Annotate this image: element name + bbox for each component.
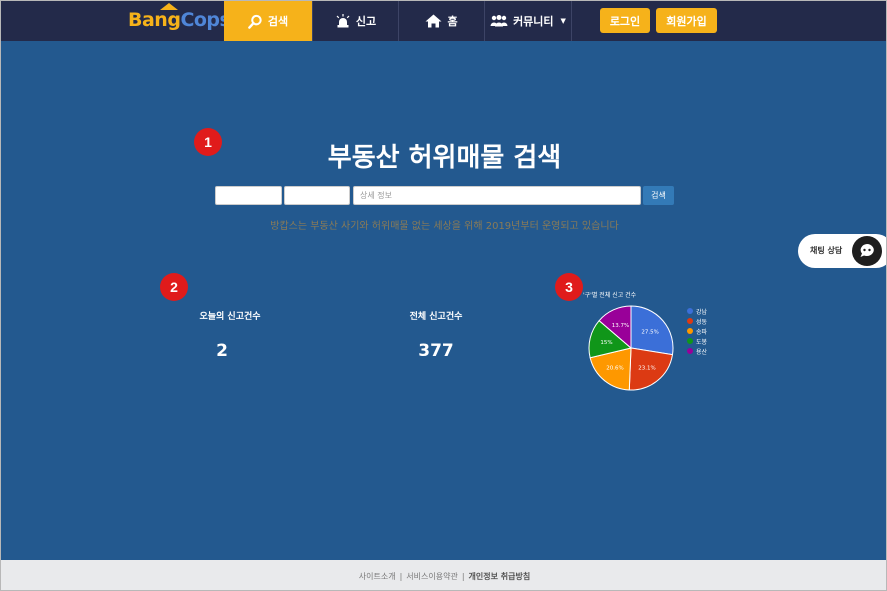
main-section: 1 부동산 허위매물 검색 상세 정보 검색 방캅스는 부동산 사기와 허위매물… bbox=[1, 41, 886, 560]
nav-home[interactable]: 홈 bbox=[399, 1, 484, 41]
footer: 사이트소개 | 서비스이용약관 | 개인정보 취급방침 bbox=[1, 560, 886, 590]
chat-consult-label: 채팅 상담 bbox=[810, 246, 843, 255]
legend-swatch bbox=[687, 328, 693, 334]
top-navbar: BangCops 검색 신고 홈 커뮤니티 ▼ 로그인 회원가입 bbox=[1, 1, 886, 41]
chart-title: '구'별 전체 신고 건수 bbox=[583, 292, 637, 299]
total-reports-label: 전체 신고건수 bbox=[409, 312, 463, 322]
footer-about-link[interactable]: 사이트소개 bbox=[359, 571, 396, 582]
chat-bubble-icon bbox=[852, 236, 882, 266]
pie-value-label: 15% bbox=[600, 340, 612, 346]
logo[interactable]: BangCops bbox=[128, 9, 231, 31]
page-title: 부동산 허위매물 검색 bbox=[327, 143, 562, 173]
region-input-1[interactable] bbox=[215, 186, 282, 205]
nav-community[interactable]: 커뮤니티 ▼ bbox=[485, 1, 571, 41]
footer-privacy-link[interactable]: 개인정보 취급방침 bbox=[469, 571, 531, 582]
pie-value-label: 20.6% bbox=[606, 365, 623, 371]
pie-value-label: 23.1% bbox=[638, 366, 655, 372]
today-reports-value: 2 bbox=[216, 341, 228, 361]
region-input-2[interactable] bbox=[284, 186, 350, 205]
pie-value-label: 27.5% bbox=[641, 330, 658, 336]
chat-consult-button[interactable]: 채팅 상담 bbox=[798, 234, 886, 268]
nav-community-label: 커뮤니티 bbox=[513, 15, 554, 28]
nav-report-label: 신고 bbox=[355, 15, 377, 28]
legend-label: 도봉 bbox=[696, 338, 708, 346]
legend-item: 송파 bbox=[687, 326, 707, 336]
siren-icon bbox=[336, 14, 350, 28]
step-badge-2: 2 bbox=[160, 273, 188, 301]
pie-value-label: 13.7% bbox=[612, 323, 629, 329]
footer-separator: | bbox=[461, 571, 465, 581]
legend-label: 용산 bbox=[696, 348, 708, 356]
chevron-down-icon: ▼ bbox=[560, 17, 566, 25]
legend-swatch bbox=[687, 308, 693, 314]
legend-swatch bbox=[687, 348, 693, 354]
signup-button[interactable]: 회원가입 bbox=[656, 8, 717, 33]
nav-home-label: 홈 bbox=[447, 15, 458, 28]
footer-terms-link[interactable]: 서비스이용약관 bbox=[406, 571, 458, 582]
nav-search[interactable]: 검색 bbox=[224, 1, 312, 41]
today-reports-label: 오늘의 신고건수 bbox=[199, 312, 261, 322]
footer-separator: | bbox=[399, 571, 403, 581]
legend-item: 용산 bbox=[687, 346, 707, 356]
nav-search-label: 검색 bbox=[267, 15, 289, 28]
users-icon bbox=[490, 15, 508, 27]
chart-legend: 강남성동송파도봉용산 bbox=[687, 306, 707, 356]
login-button[interactable]: 로그인 bbox=[600, 8, 650, 33]
step-badge-3: 3 bbox=[555, 273, 583, 301]
total-reports-value: 377 bbox=[418, 341, 454, 361]
legend-label: 송파 bbox=[696, 328, 708, 336]
legend-item: 성동 bbox=[687, 316, 707, 326]
nav-report[interactable]: 신고 bbox=[313, 1, 398, 41]
nav-divider bbox=[571, 1, 572, 41]
search-button[interactable]: 검색 bbox=[643, 186, 674, 205]
site-description: 방캅스는 부동산 사기와 허위매물 없는 세상을 위해 2019년부터 운영되고… bbox=[270, 221, 619, 232]
home-icon bbox=[425, 14, 442, 28]
legend-item: 도봉 bbox=[687, 336, 707, 346]
legend-label: 강남 bbox=[696, 308, 708, 316]
legend-swatch bbox=[687, 318, 693, 324]
page: BangCops 검색 신고 홈 커뮤니티 ▼ 로그인 회원가입 1 부동산 허… bbox=[0, 0, 887, 591]
search-icon bbox=[248, 14, 262, 29]
legend-label: 성동 bbox=[696, 318, 708, 326]
legend-swatch bbox=[687, 338, 693, 344]
detail-search-input[interactable]: 상세 정보 bbox=[353, 186, 641, 205]
legend-item: 강남 bbox=[687, 306, 707, 316]
district-pie-chart: 27.5% 23.1% 20.6% 15% 13.7% bbox=[588, 305, 674, 391]
